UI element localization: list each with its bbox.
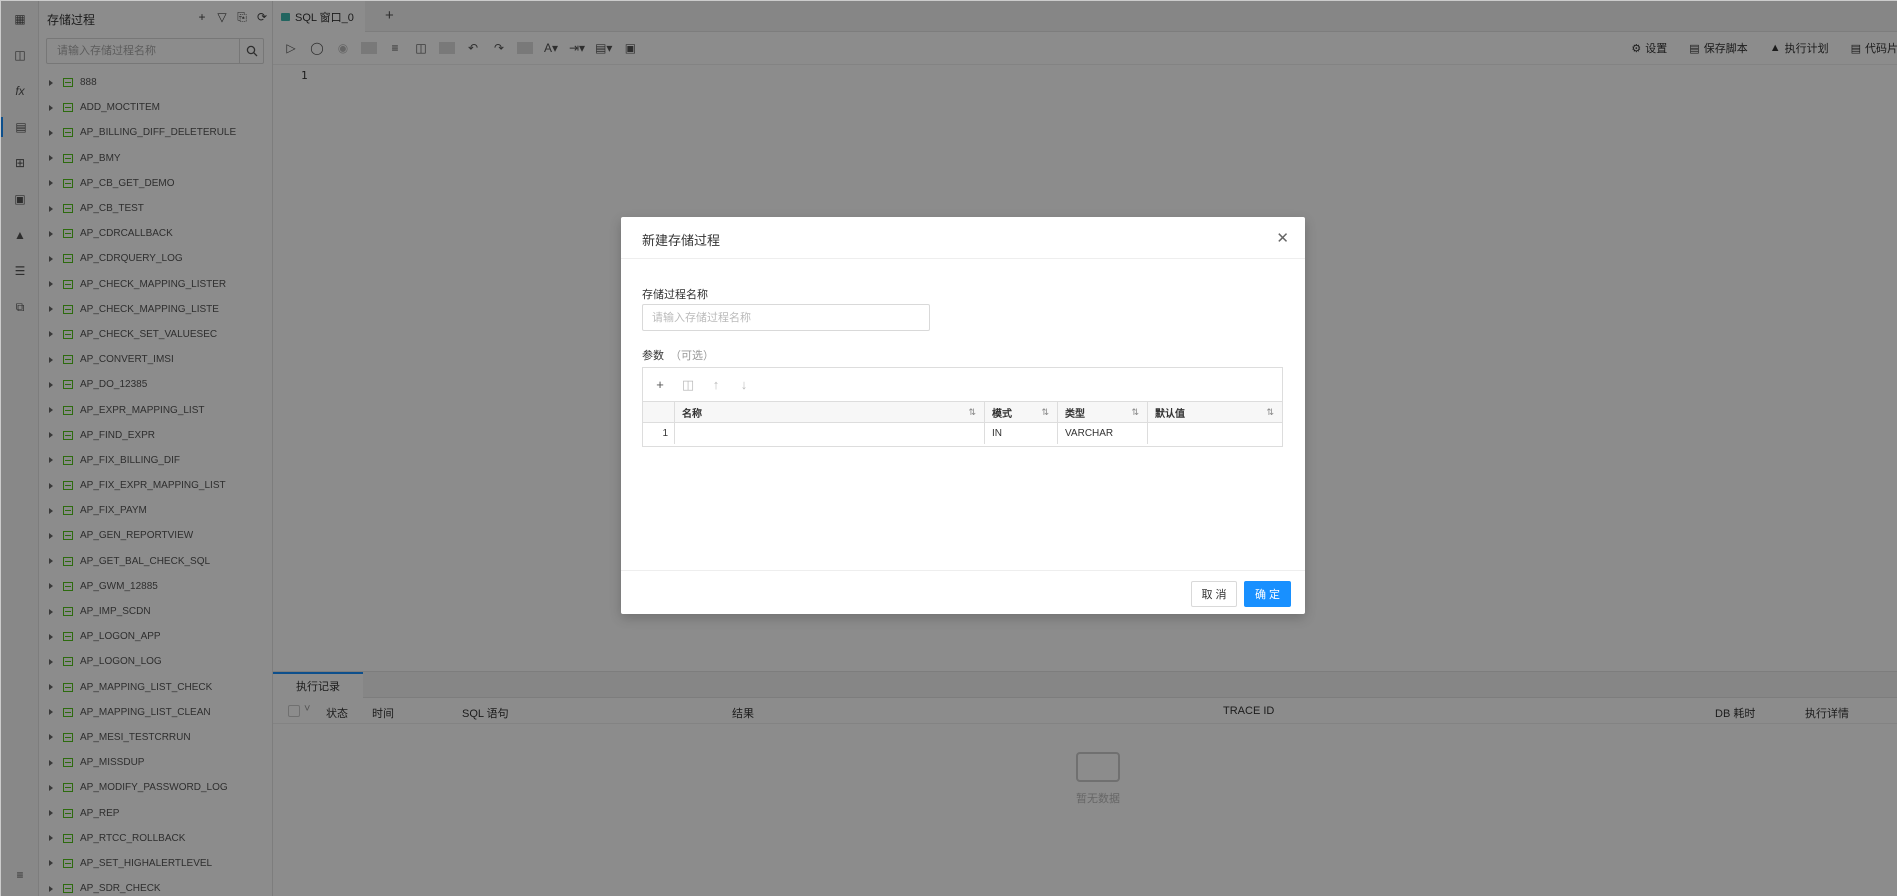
new-procedure-dialog: 新建存储过程 ✕ 存储过程名称 参数 （可选） + ◫ ↑ ↓ 名称 ⇅ 模式 ⇅ 类… bbox=[621, 217, 1305, 614]
move-up-icon[interactable]: ↑ bbox=[709, 377, 723, 392]
param-name-cell[interactable] bbox=[675, 423, 985, 444]
param-type-cell[interactable]: VARCHAR bbox=[1058, 423, 1148, 444]
confirm-button[interactable]: 确 定 bbox=[1244, 581, 1291, 607]
param-row: 1 IN VARCHAR bbox=[643, 423, 1282, 444]
param-index: 1 bbox=[643, 423, 675, 444]
header-name-label: 名称 bbox=[682, 409, 702, 420]
cancel-button[interactable]: 取 消 bbox=[1191, 581, 1237, 607]
params-optional-text: （可选） bbox=[670, 350, 714, 362]
sort-icon[interactable]: ⇅ bbox=[1131, 407, 1139, 418]
dialog-footer: 取 消 确 定 bbox=[621, 570, 1305, 614]
header-name[interactable]: 名称 ⇅ bbox=[675, 402, 985, 423]
params-table: + ◫ ↑ ↓ 名称 ⇅ 模式 ⇅ 类型 ⇅ 默认值 ⇅ 1 IN VARCHAR bbox=[642, 367, 1283, 447]
params-label-text: 参数 bbox=[642, 350, 664, 362]
header-default[interactable]: 默认值 ⇅ bbox=[1148, 402, 1282, 423]
header-mode-label: 模式 bbox=[992, 409, 1012, 420]
name-label: 存储过程名称 bbox=[642, 289, 708, 301]
header-type[interactable]: 类型 ⇅ bbox=[1058, 402, 1148, 423]
close-icon[interactable]: ✕ bbox=[1276, 231, 1289, 246]
app-window: ▦ ◫ fx ▤ ⊞ ▣ ▲ ☰ ⧉ ≡ 存储过程 + ▽ ⎘ ⟳ 888ADD… bbox=[0, 0, 1897, 896]
header-type-label: 类型 bbox=[1065, 409, 1085, 420]
params-grid: 名称 ⇅ 模式 ⇅ 类型 ⇅ 默认值 ⇅ 1 IN VARCHAR bbox=[643, 402, 1282, 444]
dialog-title: 新建存储过程 bbox=[642, 233, 721, 248]
procedure-name-input[interactable] bbox=[642, 304, 930, 331]
params-label: 参数 （可选） bbox=[642, 347, 714, 363]
params-toolbar: + ◫ ↑ ↓ bbox=[643, 368, 1282, 402]
sort-icon[interactable]: ⇅ bbox=[968, 407, 976, 418]
move-down-icon[interactable]: ↓ bbox=[737, 377, 751, 392]
header-default-label: 默认值 bbox=[1155, 409, 1185, 420]
delete-param-icon[interactable]: ◫ bbox=[681, 377, 695, 393]
header-index-cell bbox=[643, 402, 675, 423]
dialog-header: 新建存储过程 ✕ bbox=[621, 217, 1305, 259]
param-default-cell[interactable] bbox=[1148, 423, 1282, 444]
param-mode-cell[interactable]: IN bbox=[985, 423, 1058, 444]
params-header-row: 名称 ⇅ 模式 ⇅ 类型 ⇅ 默认值 ⇅ bbox=[643, 402, 1282, 423]
sort-icon[interactable]: ⇅ bbox=[1266, 407, 1274, 418]
sort-icon[interactable]: ⇅ bbox=[1041, 407, 1049, 418]
add-param-icon[interactable]: + bbox=[653, 377, 667, 392]
header-mode[interactable]: 模式 ⇅ bbox=[985, 402, 1058, 423]
